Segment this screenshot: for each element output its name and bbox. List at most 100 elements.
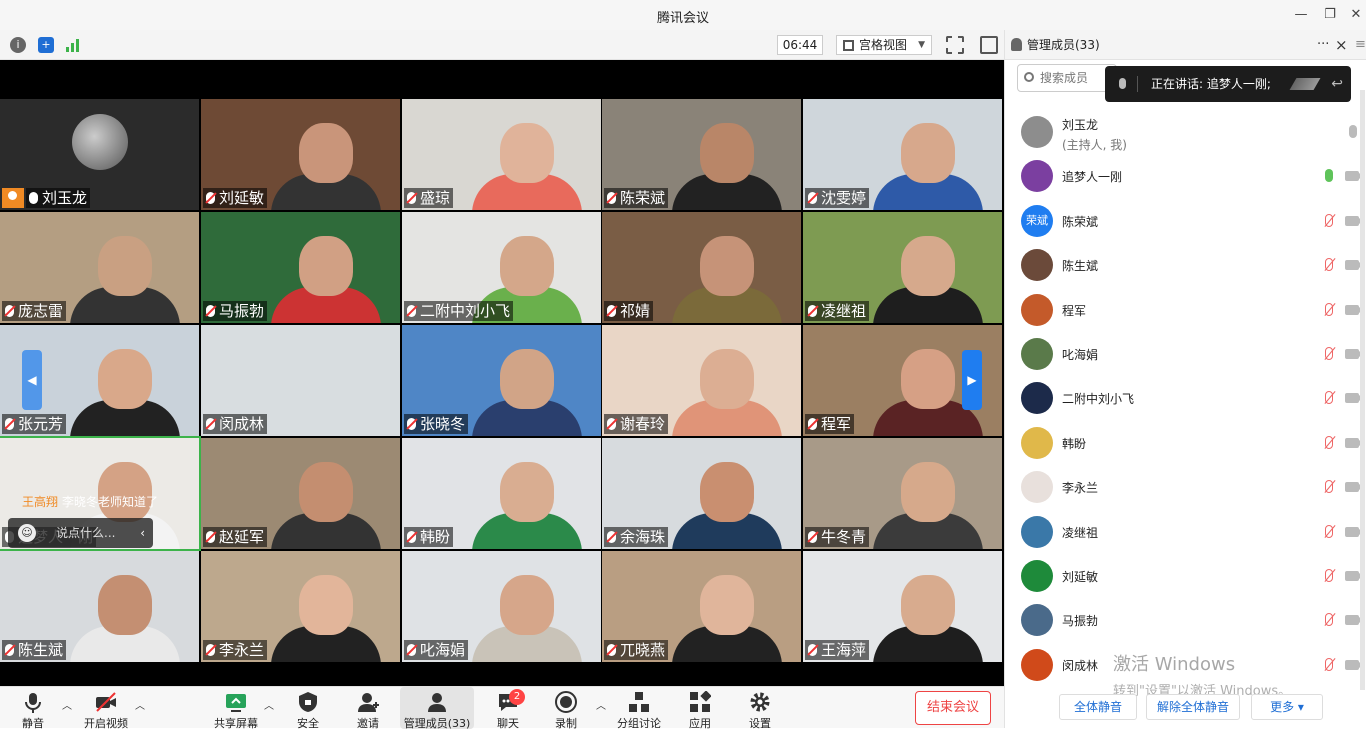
member-row[interactable]: 荣斌 陈荣斌 <box>1005 199 1366 243</box>
camera-icon[interactable] <box>1345 482 1363 493</box>
shield-icon[interactable]: + <box>38 37 54 53</box>
sidebar-toggle-icon[interactable] <box>980 36 998 54</box>
video-tile[interactable]: 李永兰 <box>201 551 400 662</box>
video-tile[interactable]: 闵成林 <box>201 325 400 436</box>
invite-button[interactable]: 邀请 <box>350 687 386 730</box>
apps-button[interactable]: 应用 <box>684 687 716 730</box>
caret-up-icon[interactable]: ︿ <box>264 697 274 712</box>
minimize-icon[interactable]: — <box>1290 5 1312 25</box>
security-button[interactable]: 安全 <box>290 687 326 730</box>
video-button[interactable]: 开启视频 <box>82 687 130 730</box>
video-tile[interactable]: 刘延敏 <box>201 99 400 210</box>
video-tile[interactable]: 张晓冬 <box>402 325 601 436</box>
menu-icon[interactable]: ≡ <box>1355 30 1366 60</box>
video-tile[interactable]: 祁婧 <box>602 212 801 323</box>
camera-icon[interactable] <box>1345 526 1363 537</box>
chat-quick-input[interactable]: ☺ 说点什么... ‹ <box>8 518 153 548</box>
close-panel-icon[interactable]: × <box>1335 30 1348 60</box>
member-row[interactable]: 李永兰 <box>1005 465 1366 509</box>
camera-icon[interactable] <box>1345 571 1363 581</box>
breakout-button[interactable]: 分组讨论 <box>614 687 664 730</box>
fullscreen-icon[interactable] <box>946 36 964 54</box>
camera-icon[interactable] <box>1345 615 1363 626</box>
mic-muted-icon[interactable] <box>1325 524 1333 538</box>
member-row[interactable]: 二附中刘小飞 <box>1005 376 1366 420</box>
mic-muted-icon[interactable] <box>1325 302 1333 316</box>
camera-icon[interactable] <box>1345 349 1363 359</box>
chat-message: 李晓冬老师知道了 <box>62 495 159 509</box>
video-tile[interactable]: 庞志雷 <box>0 212 199 323</box>
caret-up-icon[interactable]: ︿ <box>596 697 606 712</box>
video-tile[interactable]: 牛冬青 <box>803 438 1002 549</box>
mic-muted-icon[interactable] <box>1325 613 1333 627</box>
mic-muted-icon[interactable] <box>1325 391 1333 405</box>
settings-button[interactable]: 设置 <box>744 687 776 730</box>
record-button[interactable]: 录制 <box>548 687 584 730</box>
video-tile[interactable]: 凌继祖 <box>803 212 1002 323</box>
video-tile[interactable]: 叱海娟 <box>402 551 601 662</box>
member-row[interactable]: 韩盼 <box>1005 421 1366 465</box>
maximize-icon[interactable]: ❐ <box>1319 5 1341 25</box>
manage-members-button[interactable]: 管理成员(33) <box>400 687 474 730</box>
video-tile[interactable]: 赵延军 <box>201 438 400 549</box>
video-tile[interactable]: 韩盼 <box>402 438 601 549</box>
unmute-all-button[interactable]: 解除全体静音 <box>1146 694 1240 720</box>
reply-icon[interactable]: ↩ <box>1331 66 1343 102</box>
more-icon[interactable]: ··· <box>1317 30 1329 60</box>
next-page-icon[interactable]: ▶ <box>962 350 982 410</box>
scrollbar[interactable] <box>1360 90 1365 690</box>
camera-icon[interactable] <box>1345 260 1363 271</box>
signal-icon[interactable] <box>66 39 82 52</box>
mic-muted-icon[interactable] <box>1325 435 1333 449</box>
member-row[interactable]: 叱海娟 <box>1005 332 1366 376</box>
camera-icon[interactable] <box>1345 437 1363 448</box>
mute-button[interactable]: 静音 <box>14 687 52 730</box>
mic-muted-icon[interactable] <box>1325 347 1333 360</box>
member-search-input[interactable]: 搜索成员 <box>1017 64 1117 92</box>
mic-muted-icon[interactable] <box>1325 480 1333 494</box>
video-tile[interactable]: 陈荣斌 <box>602 99 801 210</box>
caret-up-icon[interactable]: ︿ <box>135 697 145 712</box>
microphone-icon[interactable] <box>1349 125 1357 138</box>
camera-icon[interactable] <box>1345 393 1363 404</box>
camera-icon[interactable] <box>1345 171 1363 182</box>
member-row[interactable]: 马振勃 <box>1005 598 1366 642</box>
mute-all-button[interactable]: 全体静音 <box>1059 694 1137 720</box>
emoji-icon[interactable]: ☺ <box>18 524 36 542</box>
member-row[interactable]: 陈生斌 <box>1005 243 1366 287</box>
close-icon[interactable]: ✕ <box>1345 5 1366 25</box>
chevron-left-icon[interactable]: ‹ <box>140 518 145 548</box>
video-tile[interactable]: 刘玉龙 <box>0 99 199 210</box>
member-row[interactable]: 追梦人一刚 <box>1005 154 1366 198</box>
member-row[interactable]: 刘玉龙 (主持人, 我) <box>1005 110 1366 154</box>
camera-icon[interactable] <box>1345 304 1363 315</box>
more-options-button[interactable]: 更多 ▾ <box>1251 694 1323 720</box>
video-tile[interactable]: 余海珠 <box>602 438 801 549</box>
video-tile[interactable]: 二附中刘小飞 <box>402 212 601 323</box>
video-tile[interactable]: 王海萍 <box>803 551 1002 662</box>
chat-button[interactable]: 2 聊天 <box>490 687 526 730</box>
prev-page-icon[interactable]: ◀ <box>22 350 42 410</box>
microphone-icon[interactable] <box>1325 169 1333 183</box>
video-tile[interactable]: 盛琼 <box>402 99 601 210</box>
camera-icon[interactable] <box>1345 215 1363 226</box>
video-tile[interactable]: 沈雯婷 <box>803 99 1002 210</box>
info-icon[interactable]: i <box>10 37 26 53</box>
member-row[interactable]: 程军 <box>1005 288 1366 332</box>
participant-name: 赵延军 <box>203 527 268 547</box>
video-tile[interactable]: 兀晓燕 <box>602 551 801 662</box>
camera-icon[interactable] <box>1345 659 1363 670</box>
member-row[interactable]: 刘延敏 <box>1005 554 1366 598</box>
mic-muted-icon[interactable] <box>1325 258 1333 272</box>
mic-muted-icon[interactable] <box>1325 657 1333 671</box>
share-screen-button[interactable]: 共享屏幕 <box>212 687 260 730</box>
member-row[interactable]: 凌继祖 <box>1005 510 1366 554</box>
end-meeting-button[interactable]: 结束会议 <box>915 691 991 725</box>
video-tile[interactable]: 谢春玲 <box>602 325 801 436</box>
caret-up-icon[interactable]: ︿ <box>62 697 72 712</box>
video-tile[interactable]: 马振勃 <box>201 212 400 323</box>
mic-muted-icon[interactable] <box>1325 213 1333 227</box>
video-tile[interactable]: 陈生斌 <box>0 551 199 662</box>
mic-muted-icon[interactable] <box>1325 569 1333 582</box>
view-mode-select[interactable]: 宫格视图 ▼ <box>836 35 932 55</box>
